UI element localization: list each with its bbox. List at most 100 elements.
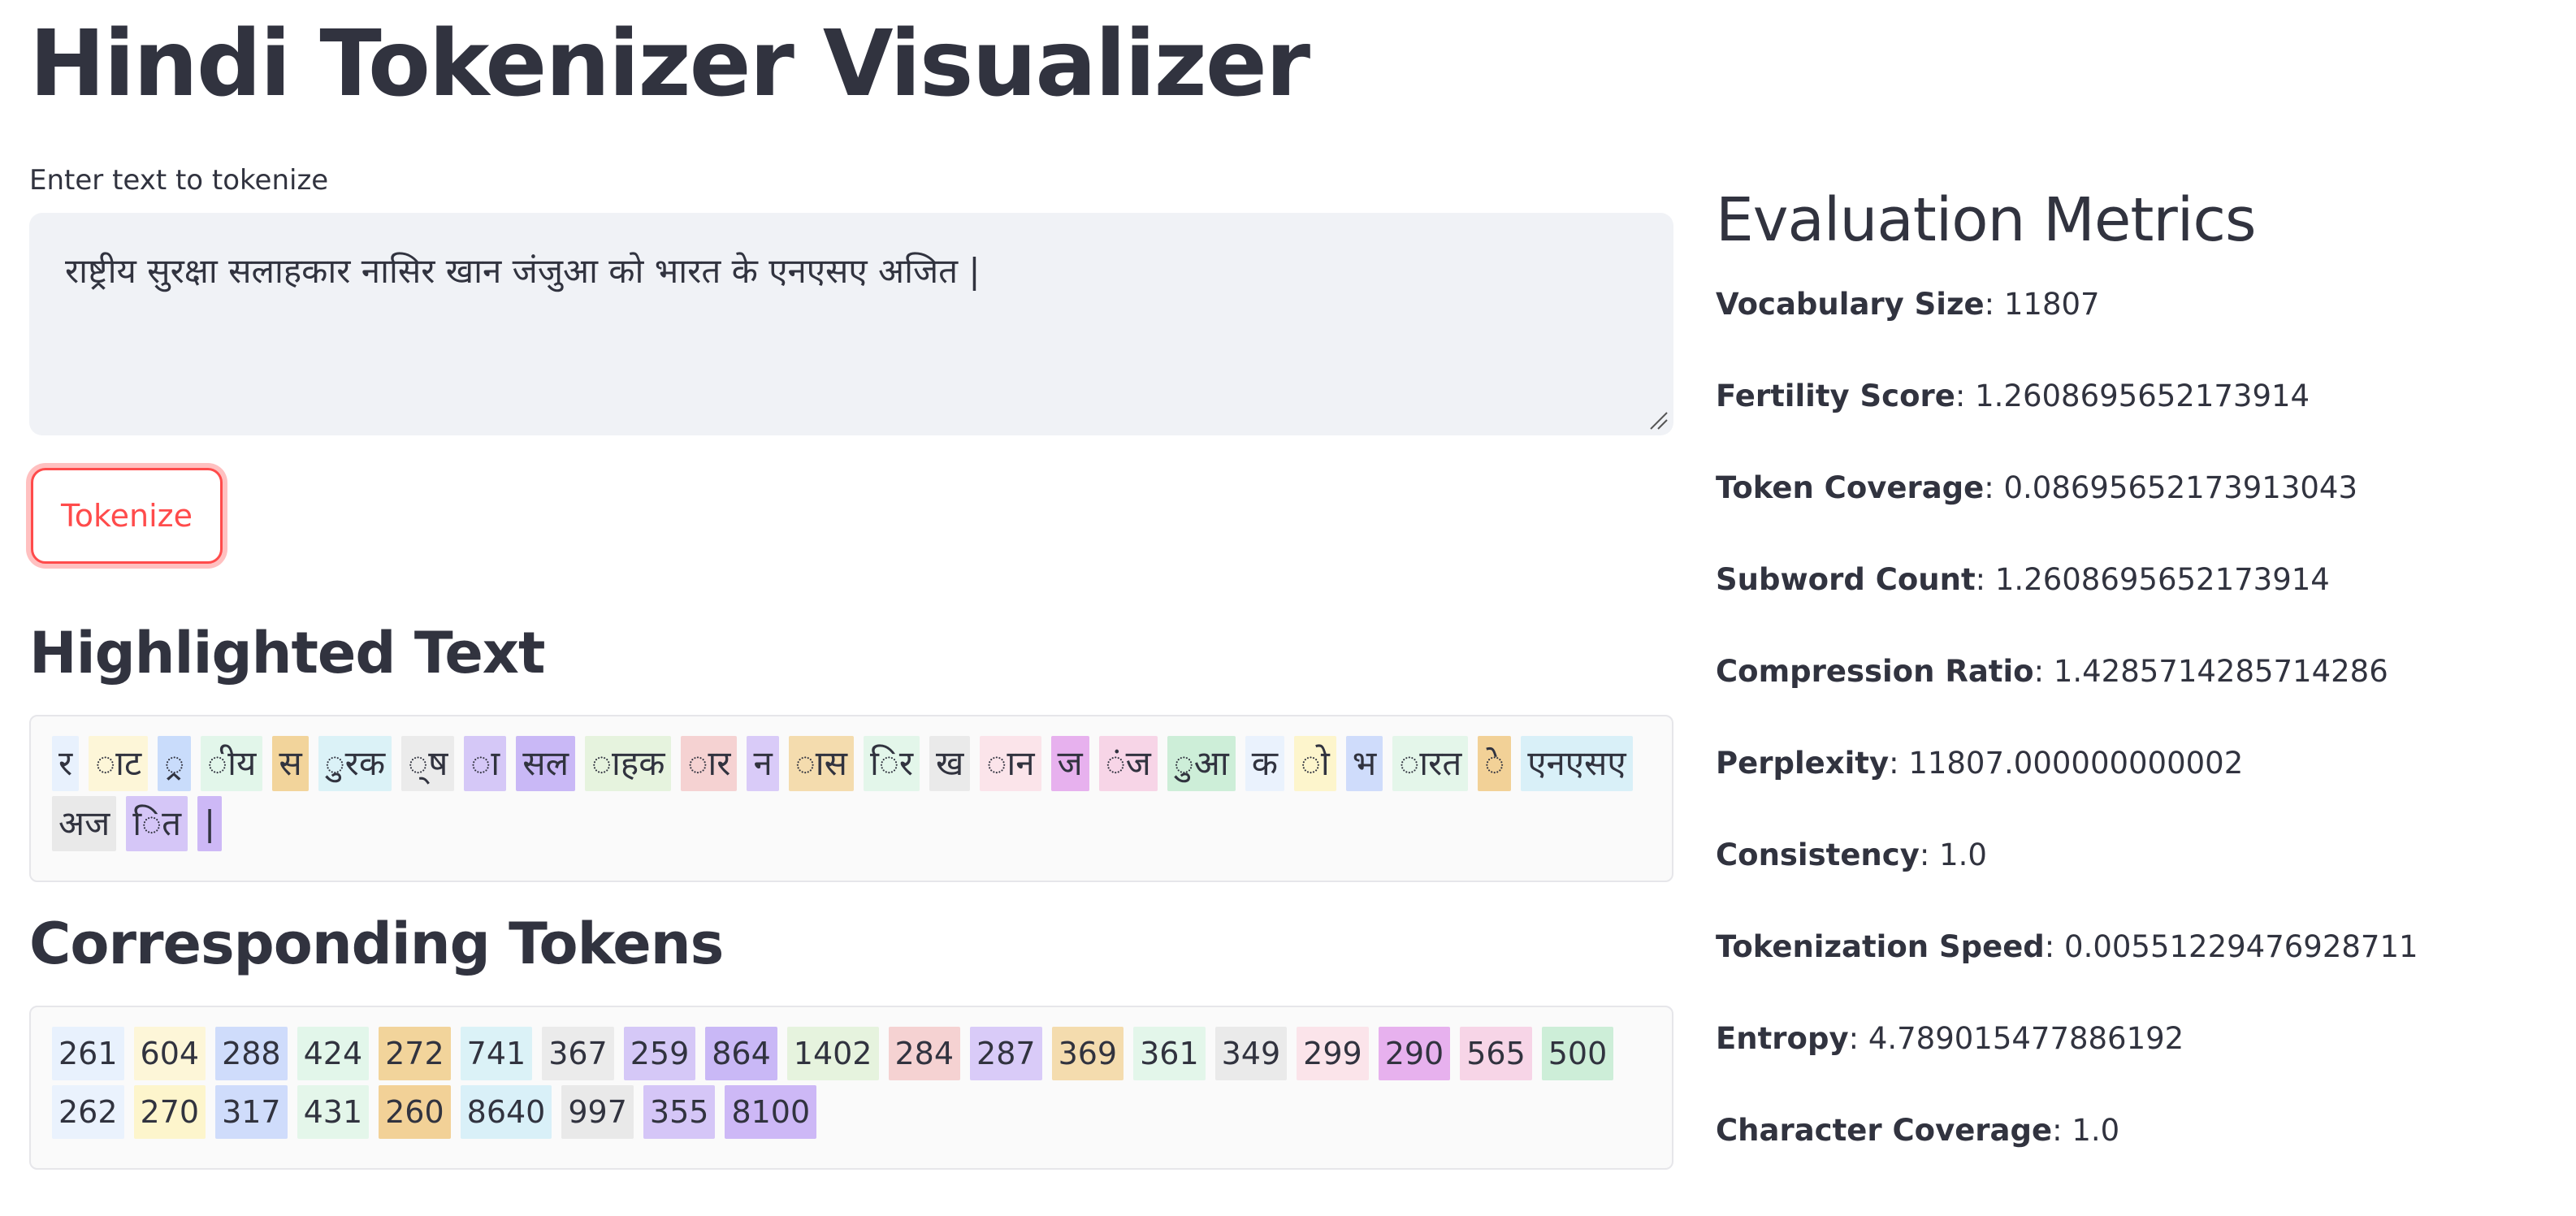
highlighted-segment: ा (464, 736, 507, 791)
token-id: 349 (1214, 1027, 1288, 1080)
token-id: 260 (379, 1085, 451, 1139)
token-id: 565 (1460, 1027, 1532, 1080)
metric-value: 1.2608695652173914 (1994, 562, 2330, 597)
metric-row: Character Coverage: 1.0 (1716, 1113, 2120, 1148)
highlighted-segment: ुआ (1167, 736, 1236, 791)
metric-value: 11807 (2003, 287, 2100, 322)
highlighted-segment: स (272, 736, 309, 791)
metric-row: Vocabulary Size: 11807 (1716, 287, 2100, 322)
highlighted-segment: अज (52, 796, 117, 851)
resize-handle-icon[interactable] (1647, 409, 1669, 431)
token-id: 997 (561, 1085, 634, 1139)
token-id: 424 (297, 1027, 370, 1080)
metric-label: Token Coverage (1716, 470, 1985, 505)
token-id: 288 (215, 1027, 288, 1080)
highlighted-text-box: राट्रीय सुरक्षा सलाहकार नासिर खान जंजुआ को भारत… (29, 715, 1673, 882)
token-id: 262 (52, 1085, 124, 1139)
metric-row: Subword Count: 1.2608695652173914 (1716, 562, 2330, 597)
page-title: Hindi Tokenizer Visualizer (29, 11, 1310, 117)
metric-value: 1.0 (2072, 1113, 2120, 1148)
highlighted-segment: ार (681, 736, 738, 791)
metrics-list: Vocabulary Size: 11807 Fertility Score: 1… (1716, 284, 2528, 1151)
metric-label: Subword Count (1716, 562, 1976, 597)
metric-row: Tokenization Speed: 0.00551229476928711 (1716, 929, 2418, 964)
highlighted-segment: र (52, 736, 80, 791)
metric-row: Compression Ratio: 1.4285714285714286 (1716, 654, 2388, 689)
token-id: 272 (379, 1027, 451, 1080)
token-id: 270 (133, 1085, 206, 1139)
metric-value: 0.00551229476928711 (2064, 929, 2418, 964)
token-id: 500 (1541, 1027, 1614, 1080)
metric-label: Perplexity (1716, 746, 1890, 781)
highlighted-segment: क (1245, 736, 1284, 791)
token-id: 604 (133, 1027, 206, 1080)
metric-value: 4.789015477886192 (1868, 1021, 2184, 1056)
highlighted-segment: ुरक (318, 736, 392, 791)
text-input-area[interactable]: राष्ट्रीय सुरक्षा सलाहकार नासिर खान जंजु… (29, 213, 1673, 435)
token-id: 1402 (786, 1027, 879, 1080)
highlighted-segment: ो (1293, 736, 1336, 791)
metric-label: Entropy (1716, 1021, 1849, 1056)
metrics-heading: Evaluation Metrics (1716, 185, 2257, 255)
highlighted-segment: भ (1345, 736, 1383, 791)
highlighted-segment: ाट (89, 736, 149, 791)
highlighted-segment: ज (1050, 736, 1089, 791)
highlighted-segment: ारत (1392, 736, 1469, 791)
metric-value: 0.08695652173913043 (2003, 470, 2358, 505)
token-id: 864 (705, 1027, 777, 1080)
metric-label: Compression Ratio (1716, 654, 2034, 689)
highlighted-segment: न (747, 736, 779, 791)
token-id: 741 (460, 1027, 533, 1080)
token-id: 431 (297, 1085, 370, 1139)
metric-row: Perplexity: 11807.000000000002 (1716, 746, 2244, 781)
token-id: 361 (1133, 1027, 1206, 1080)
metric-label: Consistency (1716, 837, 1920, 872)
metric-label: Vocabulary Size (1716, 287, 1985, 322)
highlighted-segment: िर (864, 736, 920, 791)
metric-label: Character Coverage (1716, 1113, 2053, 1148)
token-id: 299 (1297, 1027, 1369, 1080)
highlighted-segment: ास (788, 736, 854, 791)
highlighted-segment: ंज (1098, 736, 1158, 791)
metric-row: Token Coverage: 0.08695652173913043 (1716, 470, 2358, 505)
token-id: 287 (970, 1027, 1042, 1080)
metric-label: Fertility Score (1716, 379, 1955, 413)
token-id: 284 (888, 1027, 961, 1080)
token-id: 367 (542, 1027, 614, 1080)
token-id: 261 (52, 1027, 124, 1080)
token-id: 355 (643, 1085, 716, 1139)
highlighted-segment: | (197, 796, 223, 851)
text-input-label: Enter text to tokenize (29, 164, 329, 197)
highlighted-segment: े (1478, 736, 1512, 791)
metric-row: Consistency: 1.0 (1716, 837, 1987, 872)
metric-value: 1.0 (1939, 837, 1987, 872)
token-id: 290 (1378, 1027, 1451, 1080)
metric-value: 11807.000000000002 (1908, 746, 2244, 781)
main-column: Enter text to tokenize राष्ट्रीय सुरक्षा… (29, 159, 1673, 1170)
text-input-value[interactable]: राष्ट्रीय सुरक्षा सलाहकार नासिर खान जंजु… (65, 251, 981, 291)
metrics-panel: Evaluation Metrics Vocabulary Size: 1180… (1716, 175, 2528, 1202)
highlighted-segment: ीय (201, 736, 263, 791)
corresponding-tokens-heading: Corresponding Tokens (29, 911, 724, 977)
metric-value: 1.2608695652173914 (1975, 379, 2310, 413)
token-id: 369 (1051, 1027, 1124, 1080)
metric-row: Entropy: 4.789015477886192 (1716, 1021, 2184, 1056)
tokenize-button[interactable]: Tokenize (31, 468, 223, 564)
highlighted-segment: ाहक (585, 736, 672, 791)
highlighted-segment: सल (516, 736, 576, 791)
highlighted-segment: ित (126, 796, 188, 851)
highlighted-segment: ्र (158, 736, 192, 791)
highlighted-segment: ख (929, 736, 971, 791)
highlighted-segment: ान (980, 736, 1041, 791)
highlighted-segment: एनएसए (1521, 736, 1633, 791)
metric-row: Fertility Score: 1.2608695652173914 (1716, 379, 2310, 413)
metric-label: Tokenization Speed (1716, 929, 2045, 964)
corresponding-tokens-box: 261 604 288 424 272 741 367 259 864 1402 284 287 369… (29, 1006, 1673, 1170)
token-id: 8640 (460, 1085, 552, 1139)
token-id: 317 (215, 1085, 288, 1139)
token-id: 8100 (725, 1085, 817, 1139)
metric-value: 1.4285714285714286 (2053, 654, 2388, 689)
highlighted-segment: ्ष (401, 736, 455, 791)
token-id: 259 (623, 1027, 696, 1080)
highlighted-text-heading: Highlighted Text (29, 620, 545, 686)
